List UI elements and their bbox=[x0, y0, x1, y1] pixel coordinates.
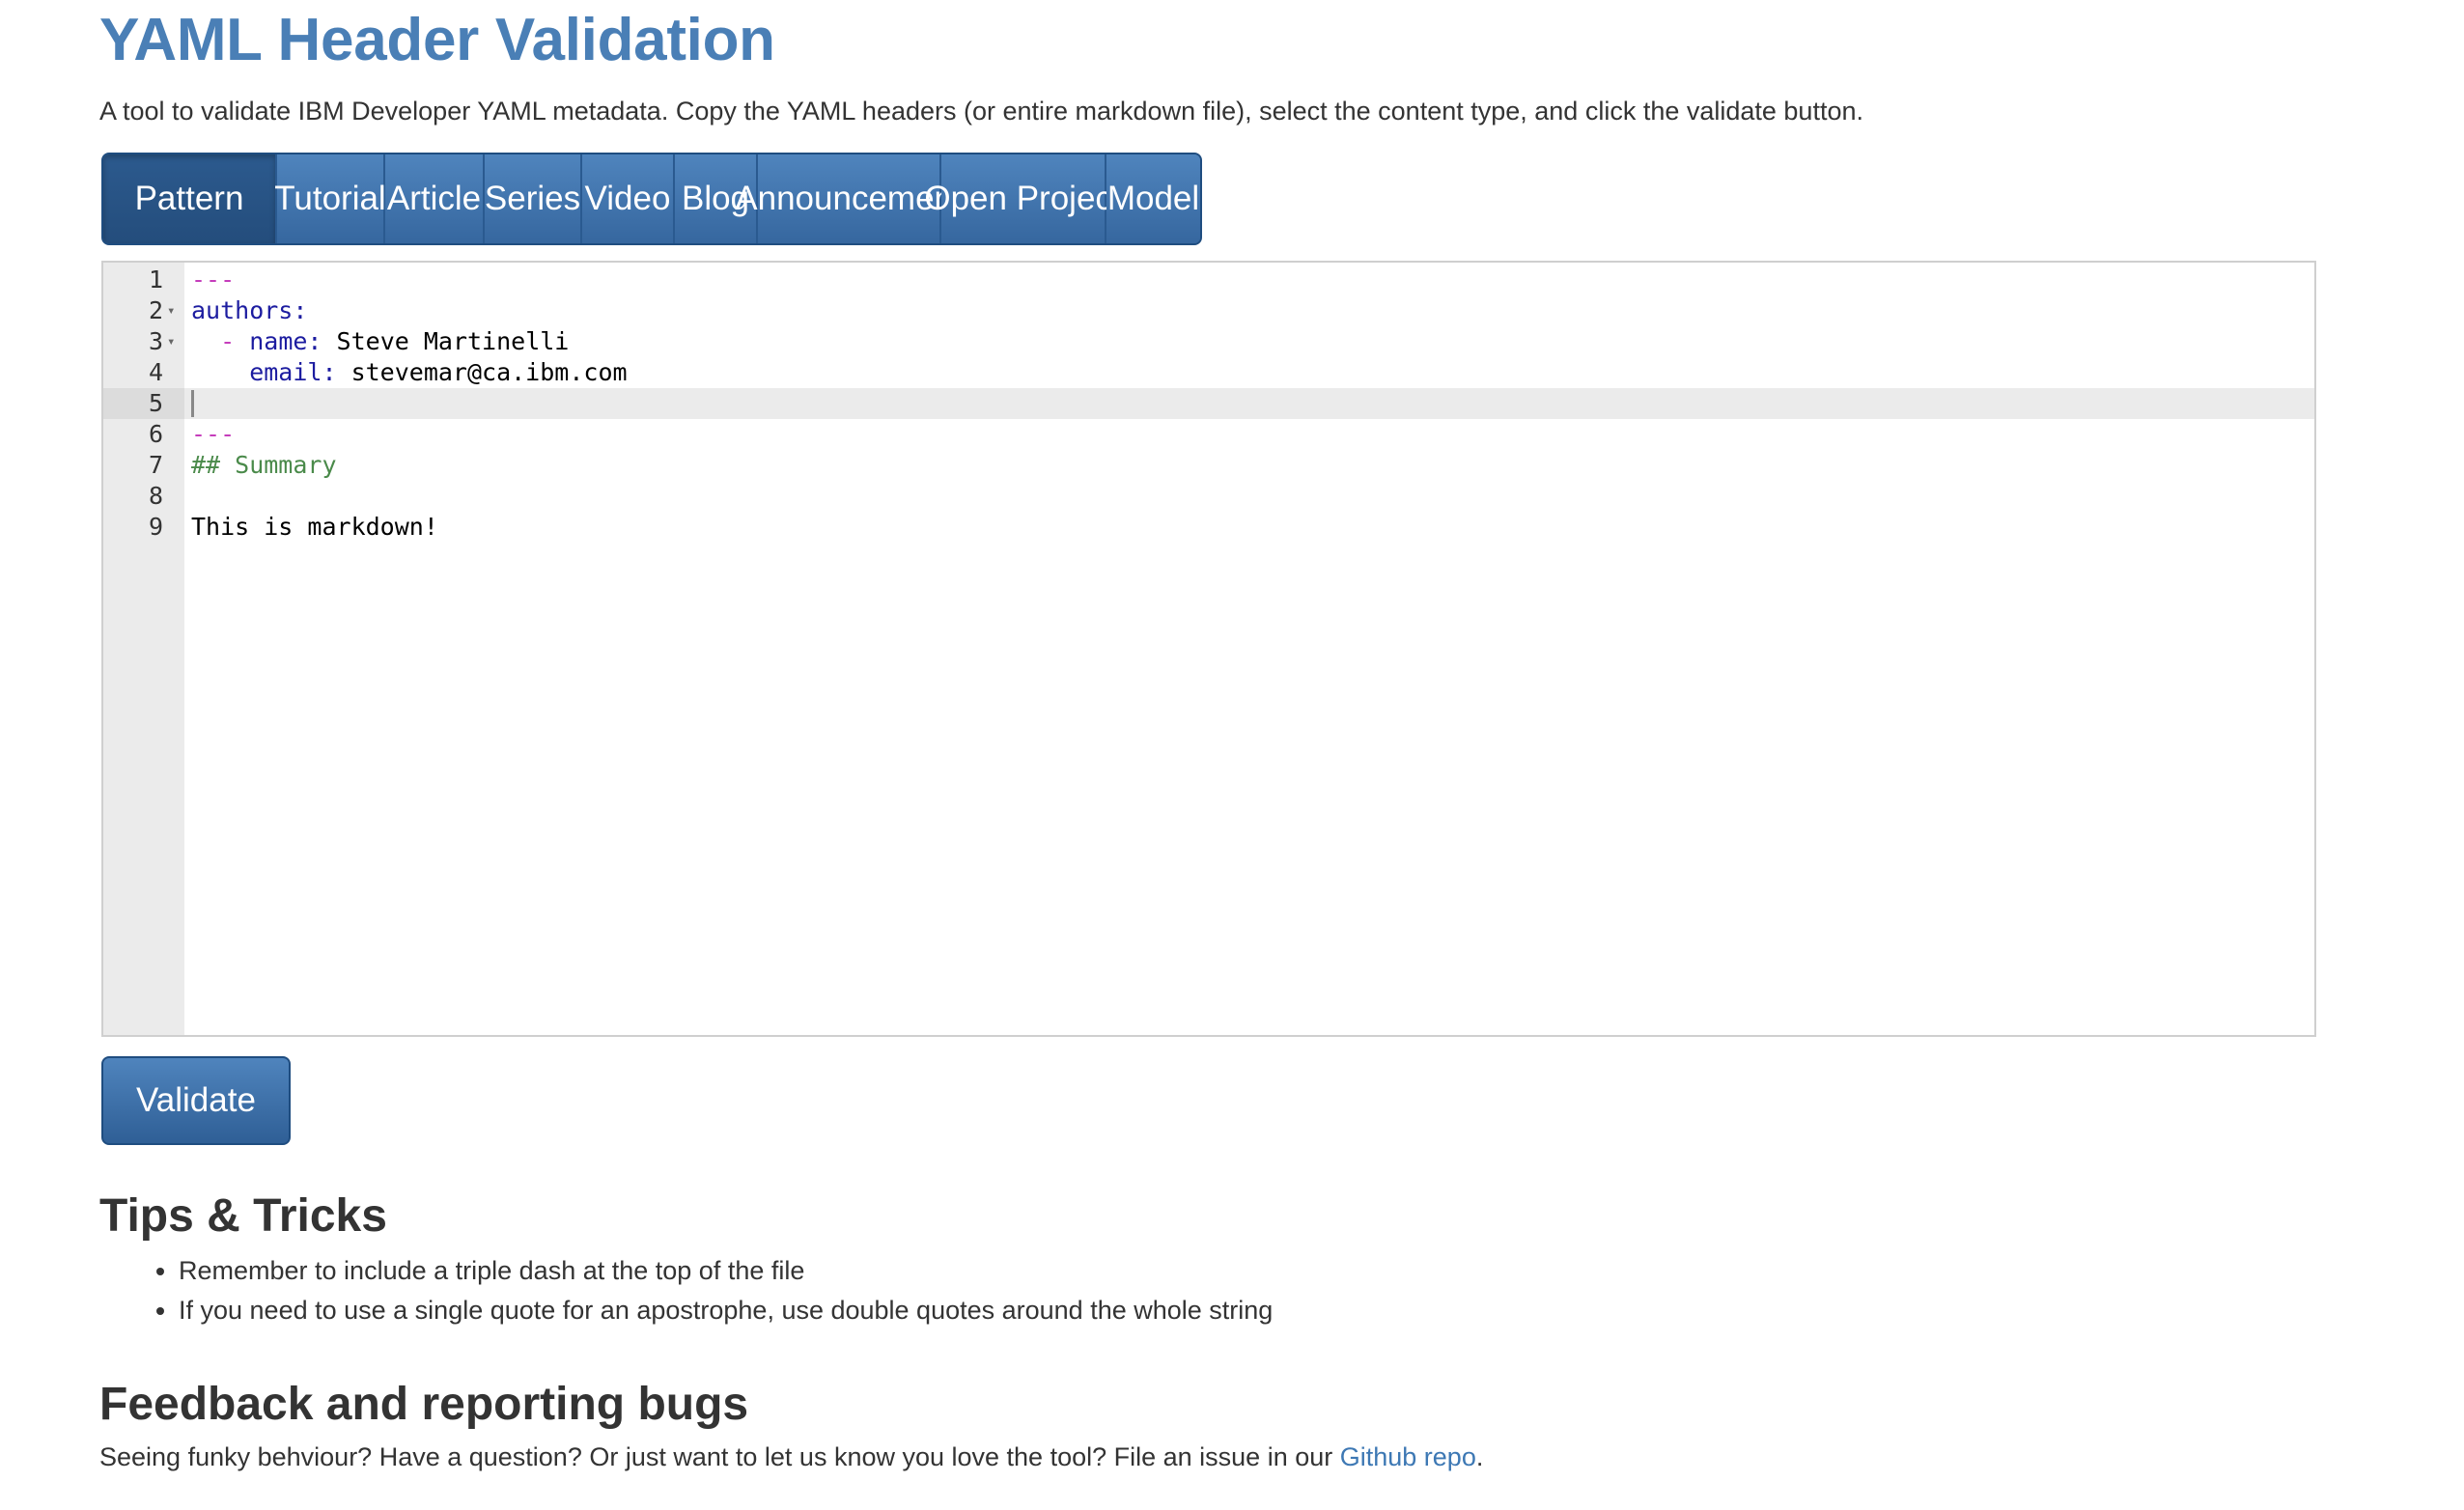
line-number: 2 bbox=[148, 296, 163, 324]
intro-text: A tool to validate IBM Developer YAML me… bbox=[99, 97, 1863, 126]
tips-list: Remember to include a triple dash at the… bbox=[99, 1251, 1273, 1330]
tab-model[interactable]: Model bbox=[1106, 154, 1200, 243]
code-text: authors: bbox=[191, 296, 308, 324]
content-type-tabs: Pattern Tutorial Article Series Video Bl… bbox=[101, 153, 1202, 245]
fold-toggle-icon[interactable]: ▾ bbox=[167, 326, 175, 357]
editor-line[interactable]: 4 email: stevemar@ca.ibm.com bbox=[103, 357, 2314, 388]
editor-line[interactable]: 1 --- bbox=[103, 265, 2314, 295]
tip-item: Remember to include a triple dash at the… bbox=[179, 1251, 1273, 1291]
page: YAML Header Validation A tool to validat… bbox=[0, 0, 2464, 1510]
tab-video[interactable]: Video bbox=[582, 154, 675, 243]
tips-heading: Tips & Tricks bbox=[99, 1190, 387, 1242]
line-number: 3 bbox=[148, 327, 163, 355]
feedback-text-after: . bbox=[1475, 1442, 1484, 1471]
line-number: 8 bbox=[148, 482, 163, 510]
code-text: ## Summary bbox=[191, 451, 337, 479]
code-text: --- bbox=[191, 266, 236, 294]
code-text: - name: Steve Martinelli bbox=[191, 327, 570, 355]
tip-item: If you need to use a single quote for an… bbox=[179, 1291, 1273, 1330]
editor-line[interactable]: 8 bbox=[103, 481, 2314, 512]
feedback-text: Seeing funky behviour? Have a question? … bbox=[99, 1442, 1483, 1472]
feedback-text-before: Seeing funky behviour? Have a question? … bbox=[99, 1442, 1340, 1471]
tab-pattern[interactable]: Pattern bbox=[103, 154, 277, 243]
line-number: 6 bbox=[148, 420, 163, 448]
validate-button[interactable]: Validate bbox=[101, 1056, 291, 1145]
tab-series[interactable]: Series bbox=[485, 154, 582, 243]
code-text: email: stevemar@ca.ibm.com bbox=[191, 358, 628, 386]
line-number: 7 bbox=[148, 451, 163, 479]
tab-article[interactable]: Article bbox=[385, 154, 485, 243]
yaml-editor[interactable]: 1 --- 2 ▾ authors: 3 ▾ - name: Steve Martinell… bbox=[101, 261, 2316, 1037]
editor-line[interactable]: 7 ## Summary bbox=[103, 450, 2314, 481]
line-number: 1 bbox=[148, 266, 163, 294]
editor-line[interactable]: 2 ▾ authors: bbox=[103, 295, 2314, 326]
fold-toggle-icon[interactable]: ▾ bbox=[167, 295, 175, 326]
tab-open-project[interactable]: Open Project bbox=[924, 154, 1122, 243]
line-number: 9 bbox=[148, 513, 163, 541]
text-cursor bbox=[191, 390, 194, 417]
tab-announcement[interactable]: Announcement bbox=[735, 154, 963, 243]
code-text: --- bbox=[191, 420, 236, 448]
github-repo-link[interactable]: Github repo bbox=[1340, 1442, 1476, 1471]
editor-line[interactable]: 9 This is markdown! bbox=[103, 512, 2314, 543]
editor-line[interactable]: 5 bbox=[103, 388, 2314, 419]
page-title: YAML Header Validation bbox=[99, 7, 775, 73]
line-number: 5 bbox=[103, 388, 184, 419]
line-number: 4 bbox=[148, 358, 163, 386]
editor-line[interactable]: 6 --- bbox=[103, 419, 2314, 450]
editor-line[interactable]: 3 ▾ - name: Steve Martinelli bbox=[103, 326, 2314, 357]
code-text: This is markdown! bbox=[191, 513, 438, 541]
tab-tutorial[interactable]: Tutorial bbox=[274, 154, 386, 243]
feedback-heading: Feedback and reporting bugs bbox=[99, 1379, 749, 1430]
